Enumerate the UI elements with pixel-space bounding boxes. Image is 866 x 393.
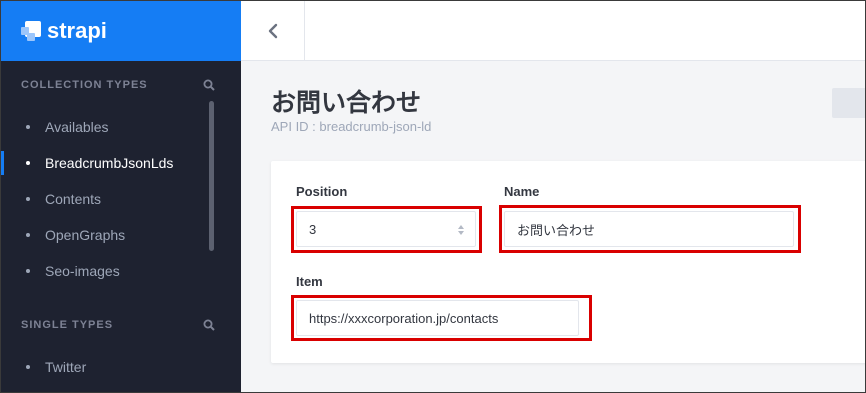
sidebar-item-opengraphs[interactable]: OpenGraphs [1,217,241,253]
sidebar-item-label: Twitter [45,359,87,375]
name-input[interactable]: お問い合わせ [504,211,794,247]
name-label: Name [504,184,540,199]
item-label: Item [296,274,323,289]
sidebar-item-availables[interactable]: Availables [1,109,241,145]
collection-types-heading: COLLECTION TYPES [1,61,241,109]
active-indicator [1,151,4,175]
sidebar-item-label: Availables [45,119,109,135]
sidebar-item-label: Contents [45,191,102,207]
single-types-heading: SINGLE TYPES [1,301,241,349]
strapi-logo-icon [21,21,41,41]
brand-header[interactable]: strapi [1,1,241,61]
api-id: API ID : breadcrumb-json-ld [271,119,432,134]
sidebar-item-twitter[interactable]: Twitter [1,349,241,385]
number-stepper-icon[interactable] [457,222,465,238]
sidebar-item-label: OpenGraphs [45,227,126,243]
single-types-label: SINGLE TYPES [21,319,114,331]
collection-types-label: COLLECTION TYPES [21,79,148,91]
sidebar: strapi COLLECTION TYPES Availables Bread… [1,1,241,392]
sidebar-item-contents[interactable]: Contents [1,181,241,217]
name-value: お問い合わせ [517,222,596,238]
header-action-button[interactable] [832,88,865,118]
app-window: strapi COLLECTION TYPES Availables Bread… [0,0,866,393]
position-input[interactable]: 3 [296,211,476,247]
sidebar-item-label: BreadcrumbJsonLds [45,155,174,171]
chevron-left-icon [268,23,277,39]
search-icon[interactable] [203,79,215,91]
sidebar-scrollbar[interactable] [209,101,214,251]
page-title: お問い合わせ [271,89,422,117]
item-value: https://xxxcorporation.jp/contacts [309,310,499,326]
search-icon[interactable] [203,319,215,331]
sidebar-item-seo-images[interactable]: Seo-images [1,253,241,289]
position-label: Position [296,184,348,199]
position-value: 3 [309,221,317,237]
sidebar-item-label: Seo-images [45,263,120,279]
item-input[interactable]: https://xxxcorporation.jp/contacts [296,300,579,336]
top-bar [241,1,865,61]
back-button[interactable] [241,1,305,61]
sidebar-item-breadcrumbjsonlds[interactable]: BreadcrumbJsonLds [1,145,241,181]
brand-name: strapi [47,18,107,43]
